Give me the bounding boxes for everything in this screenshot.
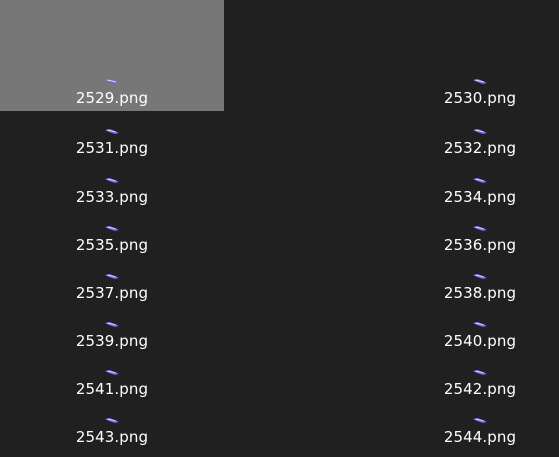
thumbnail-icon	[472, 313, 488, 327]
file-item[interactable]: 2537.png	[0, 256, 224, 304]
thumbnail-icon	[472, 409, 488, 423]
file-name-label: 2529.png	[75, 89, 149, 107]
file-item[interactable]: 2533.png	[0, 160, 224, 208]
file-name-label: 2532.png	[443, 139, 517, 157]
thumbnail-icon	[472, 361, 488, 375]
file-item[interactable]: 2531.png	[0, 111, 224, 159]
thumbnail-icon	[472, 70, 488, 84]
file-item[interactable]: 2536.png	[368, 208, 559, 256]
file-item[interactable]: 2543.png	[0, 400, 224, 448]
file-name-label: 2537.png	[75, 284, 149, 302]
file-item[interactable]: 2530.png	[368, 0, 559, 111]
file-name-label: 2539.png	[75, 332, 149, 350]
file-name-label: 2534.png	[443, 188, 517, 206]
file-item[interactable]: 2544.png	[368, 400, 559, 448]
file-name-label: 2530.png	[443, 89, 517, 107]
thumbnail-icon	[472, 169, 488, 183]
file-item[interactable]: 2534.png	[368, 160, 559, 208]
file-item[interactable]: 2529.png	[0, 0, 224, 111]
file-item[interactable]: 2538.png	[368, 256, 559, 304]
thumbnail-icon	[472, 217, 488, 231]
file-name-label: 2544.png	[443, 428, 517, 446]
file-item[interactable]: 2539.png	[0, 304, 224, 352]
file-name-label: 2533.png	[75, 188, 149, 206]
thumbnail-icon	[104, 120, 120, 134]
file-name-label: 2540.png	[443, 332, 517, 350]
file-item[interactable]: 2540.png	[368, 304, 559, 352]
file-name-label: 2535.png	[75, 236, 149, 254]
thumbnail-icon	[104, 70, 120, 84]
thumbnail-icon	[104, 169, 120, 183]
thumbnail-icon	[104, 217, 120, 231]
file-item[interactable]: 2535.png	[0, 208, 224, 256]
thumbnail-icon	[472, 265, 488, 279]
file-name-label: 2543.png	[75, 428, 149, 446]
thumbnail-icon	[104, 265, 120, 279]
file-item[interactable]: 2541.png	[0, 352, 224, 400]
file-name-label: 2542.png	[443, 380, 517, 398]
file-name-label: 2538.png	[443, 284, 517, 302]
thumbnail-icon	[104, 361, 120, 375]
thumbnail-icon	[104, 409, 120, 423]
file-name-label: 2536.png	[443, 236, 517, 254]
file-item[interactable]: 2542.png	[368, 352, 559, 400]
file-name-label: 2541.png	[75, 380, 149, 398]
file-name-label: 2531.png	[75, 139, 149, 157]
file-grid: 2529.png 2530.png 2531.png 2532.png 2533.png…	[0, 0, 559, 457]
thumbnail-icon	[472, 120, 488, 134]
thumbnail-icon	[104, 313, 120, 327]
file-item[interactable]: 2532.png	[368, 111, 559, 159]
